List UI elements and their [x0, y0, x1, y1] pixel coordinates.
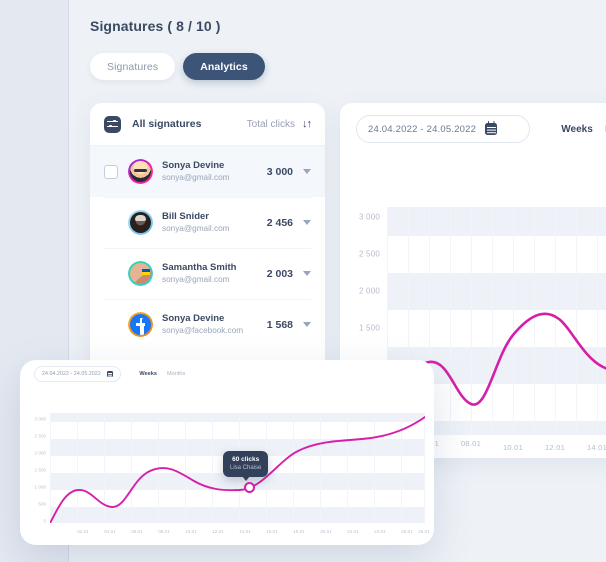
y-tick-label: 2 000 [358, 286, 380, 296]
date-range-picker[interactable]: 24.04.2022 - 24.05.2022 [356, 115, 530, 143]
x-tick-label: 10.01 [185, 529, 197, 534]
x-tick-label: 10.01 [502, 443, 523, 452]
table-row[interactable]: Sonya Devine sonya@gmail.com 3 000 [90, 146, 325, 197]
calendar-icon[interactable] [485, 121, 498, 135]
signatures-card: All signatures Total clicks ↓↑ Sonya Dev… [90, 103, 325, 373]
row-checkbox[interactable] [104, 164, 118, 179]
signature-name: Sonya Devine [162, 313, 225, 324]
filter-icon[interactable] [104, 115, 121, 133]
signature-email: sonya@gmail.com [162, 173, 230, 182]
avatar [128, 159, 153, 184]
x-tick-label: 28.01 [418, 529, 430, 534]
avatar [128, 261, 153, 286]
chevron-down-icon[interactable] [303, 220, 311, 225]
x-tick-label: 08.01 [460, 439, 481, 448]
x-tick-label: 12.01 [212, 529, 224, 534]
y-tick-label: 0 [43, 518, 46, 524]
date-range-value: 24.04.2022 - 24.05.2022 [368, 123, 477, 135]
y-tick-label: 1 500 [358, 323, 380, 333]
signature-clicks: 1 568 [266, 318, 293, 331]
overlay-card-header: 24.04.2022 - 24.05.2022 Weeks Months [20, 360, 434, 388]
x-tick-label: 26.01 [401, 529, 413, 534]
chevron-down-icon[interactable] [303, 271, 311, 276]
signature-name: Bill Snider [162, 211, 209, 222]
overlay-analytics-card: 24.04.2022 - 24.05.2022 Weeks Months 3 0… [20, 360, 434, 545]
x-tick-label: 20.01 [320, 529, 332, 534]
x-tick-label: 16.01 [266, 529, 278, 534]
y-tick-label: 2 500 [34, 433, 47, 439]
avatar [128, 210, 153, 235]
y-tick-label: 2 000 [34, 450, 47, 456]
y-tick-label: 500 [38, 501, 46, 507]
overlay-date-range-picker[interactable]: 24.04.2022 - 24.05.2022 [34, 366, 122, 382]
y-tick-label: 3 000 [34, 416, 47, 422]
x-tick-label: 14.01 [586, 443, 606, 452]
tab-signatures[interactable]: Signatures [90, 53, 176, 80]
signatures-card-header: All signatures Total clicks ↓↑ [90, 103, 325, 146]
signature-clicks: 3 000 [266, 165, 293, 178]
x-tick-label: 22.01 [347, 529, 359, 534]
signature-name: Sonya Devine [162, 160, 225, 171]
tab-analytics[interactable]: Analytics [183, 53, 265, 80]
overlay-period-weeks[interactable]: Weeks [139, 371, 157, 377]
x-tick-label: 06.01 [131, 529, 143, 534]
signature-clicks: 2 003 [266, 267, 293, 280]
signature-email: sonya@gmail.com [162, 275, 230, 284]
tooltip-name: Lisa Chaise [230, 465, 262, 471]
y-tick-label: 1 500 [34, 467, 47, 473]
signature-name: Samantha Smith [162, 262, 237, 273]
table-row[interactable]: Bill Snider sonya@gmail.com 2 456 [90, 197, 325, 248]
total-clicks-label: Total clicks [246, 118, 295, 130]
chevron-down-icon[interactable] [303, 322, 311, 327]
x-tick-label: 04.01 [104, 529, 116, 534]
y-tick-label: 1 000 [34, 484, 47, 490]
x-tick-label: 08.01 [158, 529, 170, 534]
page-title: Signatures ( 8 / 10 ) [90, 18, 221, 34]
x-tick-label: 24.01 [374, 529, 386, 534]
overlay-period-toggle: Weeks Months [139, 371, 185, 377]
y-tick-label: 3 000 [358, 212, 380, 222]
avatar [128, 312, 153, 337]
tooltip-value: 60 clicks [232, 456, 260, 463]
chart-tooltip: 60 clicks Lisa Chaise [223, 451, 269, 477]
chart-data-point[interactable] [244, 482, 255, 493]
tab-bar: Signatures Analytics [90, 53, 265, 80]
overlay-period-months[interactable]: Months [167, 371, 185, 377]
period-toggle: Weeks Mor [561, 124, 606, 135]
signature-email: sonya@gmail.com [162, 224, 230, 233]
signature-email: sonya@facebook.com [162, 326, 244, 335]
y-tick-label: 2 500 [358, 249, 380, 259]
analytics-card-header: 24.04.2022 - 24.05.2022 Weeks Mor [340, 103, 606, 155]
period-weeks[interactable]: Weeks [561, 124, 593, 135]
signature-clicks: 2 456 [266, 216, 293, 229]
overlay-date-range-value: 24.04.2022 - 24.05.2022 [42, 371, 101, 377]
x-tick-label: 18.01 [293, 529, 305, 534]
sort-toggle-icon[interactable]: ↓↑ [302, 118, 312, 130]
chevron-down-icon[interactable] [303, 169, 311, 174]
calendar-icon[interactable] [106, 370, 114, 378]
x-tick-label: 14.01 [239, 529, 251, 534]
table-row[interactable]: Samantha Smith sonya@gmail.com 2 003 [90, 248, 325, 299]
x-tick-label: 12.01 [544, 443, 565, 452]
x-tick-label: 02.01 [77, 529, 89, 534]
all-signatures-label: All signatures [132, 118, 202, 130]
table-row[interactable]: Sonya Devine sonya@facebook.com 1 568 [90, 299, 325, 350]
